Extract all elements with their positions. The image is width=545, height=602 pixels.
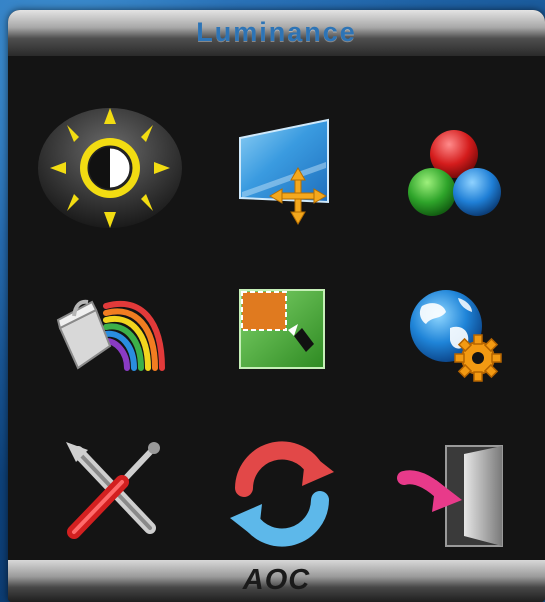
menu-grid	[8, 56, 545, 570]
footer-bar: AOC	[8, 560, 545, 602]
color-setup-icon	[408, 130, 501, 216]
image-setup-menu-item[interactable]	[202, 102, 362, 232]
extra-menu-item[interactable]	[374, 266, 534, 396]
factory-reset-icon	[66, 442, 160, 539]
title-bar: Luminance	[8, 10, 545, 56]
luminance-menu-item[interactable]	[30, 102, 190, 232]
picture-boost-icon	[56, 299, 165, 371]
reset-icon	[230, 441, 334, 547]
extra-icon	[410, 290, 502, 382]
aoc-logo: AOC	[242, 564, 311, 596]
osd-setup-menu-item[interactable]	[202, 266, 362, 396]
exit-menu-item[interactable]	[374, 428, 534, 558]
color-setup-menu-item[interactable]	[374, 102, 534, 232]
osd-menu: Luminance AOC	[8, 10, 545, 602]
exit-icon	[397, 445, 503, 547]
menu-title: Luminance	[196, 17, 357, 47]
factory-reset-menu-item[interactable]	[30, 428, 190, 558]
luminance-icon	[38, 108, 182, 228]
osd-setup-icon	[239, 289, 325, 369]
picture-boost-menu-item[interactable]	[30, 266, 190, 396]
image-setup-icon	[239, 118, 329, 225]
reset-menu-item[interactable]	[202, 428, 362, 558]
